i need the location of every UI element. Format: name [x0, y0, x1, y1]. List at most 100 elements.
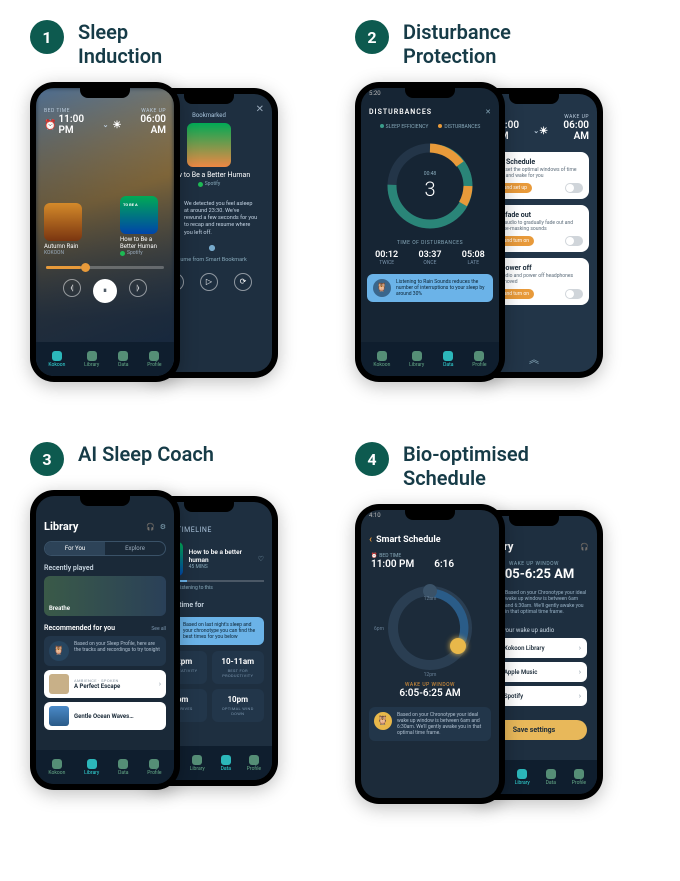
tab-profile[interactable]: Profile — [572, 769, 586, 786]
spotify-icon — [198, 182, 203, 187]
see-all-link[interactable]: See all — [151, 626, 166, 632]
recommended-title: Recommended for you — [44, 624, 115, 632]
resume-label: Resume from Smart Bookmark — [171, 257, 247, 263]
wake-time-display[interactable]: WAKE UP ☀06:00 AM — [539, 114, 589, 142]
tab-library[interactable]: Library — [409, 351, 424, 368]
feature-title: Bio-optimised Schedule — [403, 442, 529, 490]
feature-disturbance-protection: 2 Disturbance Protection BED TIME ⏰11:00… — [355, 20, 650, 392]
recommendation-item[interactable]: Gentle Ocean Waves… — [44, 702, 166, 730]
tab-profile[interactable]: Profile — [472, 351, 486, 368]
toggle-switch[interactable] — [565, 183, 583, 193]
toggle-switch[interactable] — [565, 289, 583, 299]
schedule-clock[interactable]: 12am 6pm 12pm — [380, 578, 480, 678]
device-icon[interactable]: 🎧 — [580, 543, 589, 551]
feature-number-badge: 3 — [30, 442, 64, 476]
settings-icon[interactable]: ⚙ — [160, 523, 166, 531]
feature-title: AI Sleep Coach — [78, 442, 214, 466]
tab-bar: Kokoon Library Data Profile — [36, 342, 174, 376]
phone-mockup-front: 5:20 DISTURBANCES ✕ SLEEP EFFICIENCY DIS… — [355, 82, 505, 382]
close-icon[interactable]: ✕ — [256, 104, 264, 115]
tab-data[interactable]: Data — [443, 351, 453, 368]
bed-time-display[interactable]: BED TIME ⏰11:00 PM⌄ — [44, 108, 108, 136]
bed-time-display[interactable]: ⏰BED TIME 11:00 PM — [371, 553, 414, 570]
tab-kokoon[interactable]: Kokoon — [48, 759, 65, 776]
tab-data[interactable]: Data — [221, 755, 231, 772]
track-thumbnail — [49, 706, 69, 726]
bookmarked-label: Bookmarked — [192, 112, 226, 119]
feature-ai-sleep-coach: 3 AI Sleep Coach OUND TIMELINE How to be… — [30, 442, 325, 814]
back-button[interactable]: ‹ — [369, 534, 372, 545]
tab-bar: Kokoon Library Data Profile — [361, 342, 499, 376]
stat-item: 05:08LATE — [462, 250, 485, 266]
wake-time-display[interactable]: WAKE UP ☀06:00 AM — [112, 108, 166, 136]
recent-track-card[interactable]: Breathe — [44, 576, 166, 616]
status-time: 4:10 — [369, 512, 381, 522]
chronotype-note: 🦉 Based on your Chronotype your ideal wa… — [369, 707, 491, 741]
tab-bar: Kokoon Library Data Profile — [36, 750, 174, 784]
feature-title: Sleep Induction — [78, 20, 162, 68]
album-art — [187, 123, 231, 167]
device-icon[interactable]: 🎧 — [146, 523, 155, 531]
tab-library[interactable]: Library — [84, 351, 99, 368]
tab-explore[interactable]: Explore — [105, 542, 165, 555]
recommendation-intro: 🦉 Based on your Sleep Profile, here are … — [44, 636, 166, 666]
time-suggestion[interactable]: 10pmOPTIMAL WIND DOWN — [212, 689, 265, 722]
pause-button[interactable]: ⏸ — [93, 279, 117, 303]
stat-item: 03:37ONCE — [418, 250, 441, 266]
coach-avatar: 🦉 — [49, 641, 69, 661]
wake-window-value: 6:05-6:25 AM — [361, 688, 499, 699]
screen-title: DISTURBANCES — [369, 108, 432, 116]
phone-mockup-front: 4:10 ‹ Smart Schedule ⏰BED TIME 11:00 PM… — [355, 504, 505, 804]
feature-title: Disturbance Protection — [403, 20, 511, 68]
now-playing-card[interactable]: Autumn Rain KOKOON — [44, 203, 90, 257]
recommendation-item[interactable]: AMBIENCE · SPOKENA Perfect Escape › — [44, 670, 166, 698]
sun-icon — [450, 638, 466, 654]
coach-avatar: 🦉 — [374, 712, 392, 730]
forward-button[interactable]: ⟳ — [234, 273, 252, 291]
chevron-right-icon: › — [579, 644, 581, 652]
chevron-right-icon: › — [159, 680, 161, 688]
tab-kokoon[interactable]: Kokoon — [48, 351, 65, 368]
feature-bio-schedule: 4 Bio-optimised Schedule Library 🎧 WAKE … — [355, 442, 650, 814]
close-icon[interactable]: ✕ — [485, 108, 491, 116]
tab-data[interactable]: Data — [118, 351, 128, 368]
feature-number-badge: 4 — [355, 442, 389, 476]
detection-message: We detected you feel asleep at around 23… — [184, 201, 258, 237]
queued-track-card[interactable]: How to Be a Better Human Spotify — [120, 196, 166, 256]
tab-profile[interactable]: Profile — [147, 759, 161, 776]
tab-profile[interactable]: Profile — [247, 755, 261, 772]
chevron-right-icon: › — [579, 692, 581, 700]
tab-kokoon[interactable]: Kokoon — [373, 351, 390, 368]
tip-card[interactable]: 🦉 Listening to Rain Sounds reduces the n… — [367, 274, 493, 302]
tab-data[interactable]: Data — [546, 769, 556, 786]
track-thumbnail — [49, 674, 69, 694]
heart-icon[interactable]: ♡ — [258, 555, 264, 563]
phone-mockup-front: Library 🎧⚙ For You Explore Recently play… — [30, 490, 180, 790]
tab-library[interactable]: Library — [84, 759, 99, 776]
coach-avatar: 🦉 — [373, 279, 391, 297]
chevron-right-icon: › — [579, 668, 581, 676]
tab-library[interactable]: Library — [515, 769, 530, 786]
expand-icon[interactable]: ︽ — [529, 351, 539, 366]
tab-data[interactable]: Data — [118, 759, 128, 776]
next-button[interactable]: ⦊ — [129, 279, 147, 297]
chevron-down-icon: ⌄ — [103, 121, 109, 129]
status-time: 5:20 — [369, 90, 381, 100]
progress-slider[interactable] — [46, 266, 164, 269]
segmented-control: For You Explore — [44, 541, 166, 556]
wake-time-partial: 6:16 — [434, 553, 454, 570]
disturbance-ring-chart: 00:48 3 — [380, 136, 480, 236]
spotify-icon — [120, 251, 125, 256]
play-button[interactable]: ▷ — [200, 273, 218, 291]
toggle-switch[interactable] — [565, 236, 583, 246]
time-suggestion[interactable]: 10-11amBEST FOR PRODUCTIVITY — [212, 651, 265, 684]
feature-sleep-induction: 1 Sleep Induction ✕ Bookmarked How to Be… — [30, 20, 325, 392]
tab-library[interactable]: Library — [190, 755, 205, 772]
tab-profile[interactable]: Profile — [147, 351, 161, 368]
prev-button[interactable]: ⦉ — [63, 279, 81, 297]
track-title: How to Be a Better Human — [168, 171, 250, 179]
tab-for-you[interactable]: For You — [45, 542, 105, 555]
phone-mockup-front: BED TIME ⏰11:00 PM⌄ WAKE UP ☀06:00 AM Au… — [30, 82, 180, 382]
chart-legend: SLEEP EFFICIENCY DISTURBANCES — [361, 124, 499, 130]
stats-label: TIME OF DISTURBANCES — [361, 240, 499, 246]
